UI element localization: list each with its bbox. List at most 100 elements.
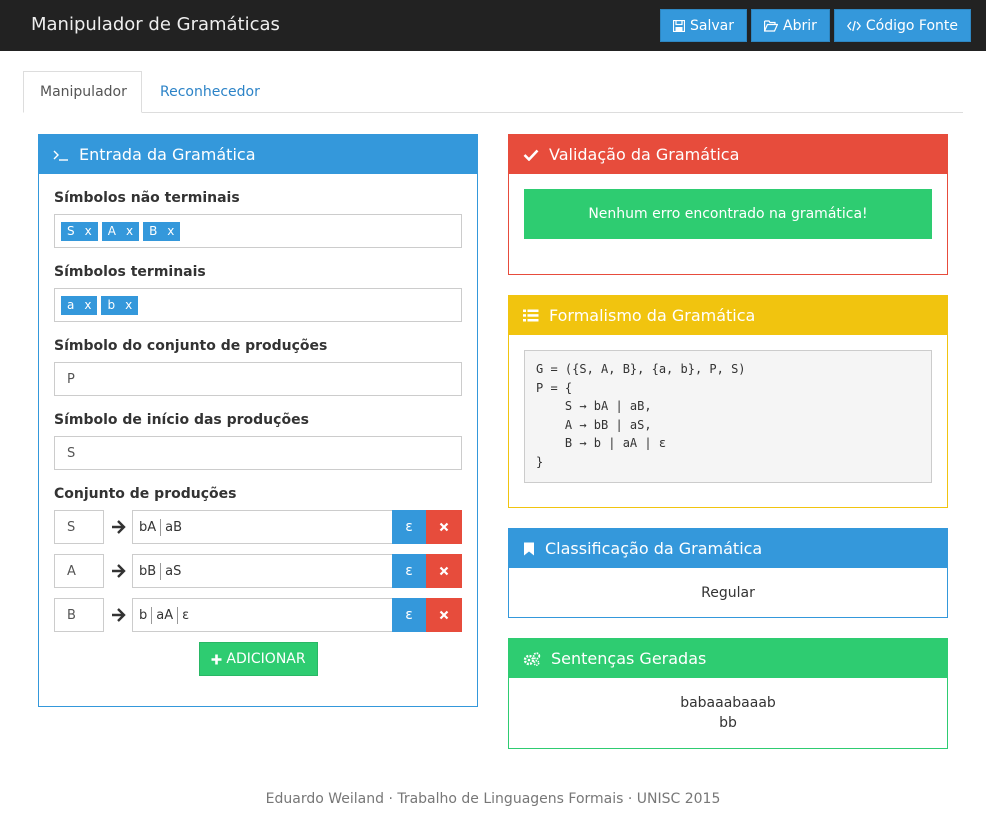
close-icon: [439, 566, 449, 576]
generated-sentences-title: Sentenças Geradas: [551, 649, 707, 668]
code-icon: [846, 20, 861, 31]
grammar-input-header: Entrada da Gramática: [39, 135, 477, 174]
production-row: B b aA ε ε: [54, 598, 462, 632]
validation-success-alert: Nenhum erro encontrado na gramática!: [524, 189, 932, 239]
production-alternative: ε: [182, 607, 190, 623]
production-row: S bA aB ε: [54, 510, 462, 544]
separator: [177, 606, 179, 624]
arrow-right-icon: [112, 564, 126, 578]
tag-text: a: [67, 298, 75, 312]
formalism-panel: Formalismo da Gramática G = ({S, A, B}, …: [508, 295, 948, 508]
nonterminal-tag[interactable]: Ax: [101, 221, 140, 241]
classification-header: Classificação da Gramática: [509, 529, 947, 568]
production-variable-input[interactable]: S: [54, 510, 104, 544]
tag-text: S: [67, 224, 75, 238]
start-symbol-input[interactable]: S: [54, 436, 462, 470]
add-epsilon-button[interactable]: ε: [392, 510, 426, 544]
tag-text: b: [107, 298, 116, 312]
close-icon: [439, 522, 449, 532]
production-variable-input[interactable]: B: [54, 598, 104, 632]
check-icon: [523, 149, 539, 161]
navbar: Manipulador de Gramáticas Salvar Abrir C…: [0, 0, 986, 51]
gears-icon: [523, 651, 541, 666]
delete-production-button[interactable]: [426, 510, 462, 544]
tag-text: B: [149, 224, 158, 238]
save-button[interactable]: Salvar: [660, 9, 747, 42]
production-row: A bB aS ε: [54, 554, 462, 588]
add-production-button[interactable]: ADICIONAR: [199, 642, 318, 676]
production-rhs-input[interactable]: bB aS: [132, 554, 393, 588]
tab-bar: Manipulador Reconhecedor: [23, 71, 963, 113]
save-icon: [673, 19, 686, 32]
tag-remove-icon[interactable]: x: [126, 224, 133, 238]
source-code-button[interactable]: Código Fonte: [833, 9, 971, 42]
open-button-label: Abrir: [783, 17, 817, 34]
production-variable-input[interactable]: A: [54, 554, 104, 588]
validation-header: Validação da Gramática: [509, 135, 947, 174]
plus-icon: [211, 654, 222, 664]
close-icon: [439, 610, 449, 620]
productions-label: Conjunto de produções: [54, 486, 237, 502]
terminals-input[interactable]: ax bx: [54, 288, 462, 322]
generated-sentence: bb: [719, 715, 737, 731]
terminal-tag[interactable]: bx: [101, 295, 139, 315]
tab-manipulador[interactable]: Manipulador: [23, 71, 142, 113]
production-alternative: b: [139, 607, 148, 623]
tag-text: A: [107, 224, 116, 238]
nonterminals-label: Símbolos não terminais: [54, 190, 240, 206]
generated-sentences-panel: Sentenças Geradas babaaabaaab bb: [508, 638, 948, 749]
folder-open-icon: [764, 19, 778, 32]
app-title[interactable]: Manipulador de Gramáticas: [31, 14, 280, 35]
separator: [160, 562, 162, 580]
production-alternative: aS: [165, 563, 182, 579]
production-set-label: Símbolo do conjunto de produções: [54, 338, 328, 354]
tag-remove-icon[interactable]: x: [125, 298, 132, 312]
production-alternative: aA: [156, 607, 174, 623]
footer: Eduardo Weiland · Trabalho de Linguagens…: [265, 791, 721, 807]
nonterminal-tag[interactable]: Sx: [61, 221, 98, 241]
arrow-right-icon: [112, 608, 126, 622]
bookmark-icon: [524, 542, 534, 555]
tag-remove-icon[interactable]: x: [85, 224, 92, 238]
grammar-input-title: Entrada da Gramática: [79, 145, 256, 164]
formalism-title: Formalismo da Gramática: [549, 306, 756, 325]
tag-remove-icon[interactable]: x: [167, 224, 174, 238]
terminal-icon: [53, 150, 68, 161]
grammar-input-panel: Entrada da Gramática Símbolos não termin…: [38, 134, 478, 707]
delete-production-button[interactable]: [426, 554, 462, 588]
list-icon: [523, 309, 539, 322]
add-epsilon-button[interactable]: ε: [392, 598, 426, 632]
navbar-actions: Salvar Abrir Código Fonte: [660, 9, 971, 42]
separator: [151, 606, 153, 624]
tag-remove-icon[interactable]: x: [84, 298, 91, 312]
source-code-button-label: Código Fonte: [865, 17, 958, 34]
formalism-header: Formalismo da Gramática: [509, 296, 947, 335]
generated-sentence: babaaabaaab: [680, 695, 776, 711]
production-alternative: aB: [165, 519, 183, 535]
add-production-label: ADICIONAR: [226, 651, 306, 667]
production-alternative: bA: [139, 519, 157, 535]
delete-production-button[interactable]: [426, 598, 462, 632]
arrow-right-icon: [112, 520, 126, 534]
production-set-input[interactable]: P: [54, 362, 462, 396]
formalism-code-block: G = ({S, A, B}, {a, b}, P, S) P = { S → …: [524, 350, 932, 483]
classification-title: Classificação da Gramática: [545, 539, 763, 558]
nonterminal-tag[interactable]: Bx: [143, 221, 181, 241]
validation-panel: Validação da Gramática Nenhum erro encon…: [508, 134, 948, 275]
add-epsilon-button[interactable]: ε: [392, 554, 426, 588]
terminals-label: Símbolos terminais: [54, 264, 206, 280]
separator: [160, 518, 162, 536]
validation-title: Validação da Gramática: [549, 145, 740, 164]
save-button-label: Salvar: [690, 17, 734, 34]
open-button[interactable]: Abrir: [751, 9, 830, 42]
start-symbol-label: Símbolo de início das produções: [54, 412, 309, 428]
classification-panel: Classificação da Gramática Regular: [508, 528, 948, 618]
nonterminals-input[interactable]: Sx Ax Bx: [54, 214, 462, 248]
tab-reconhecedor[interactable]: Reconhecedor: [144, 71, 276, 113]
production-alternative: bB: [139, 563, 157, 579]
terminal-tag[interactable]: ax: [61, 295, 98, 315]
generated-sentences-header: Sentenças Geradas: [509, 639, 947, 678]
classification-value: Regular: [701, 585, 755, 601]
production-rhs-input[interactable]: bA aB: [132, 510, 393, 544]
production-rhs-input[interactable]: b aA ε: [132, 598, 393, 632]
